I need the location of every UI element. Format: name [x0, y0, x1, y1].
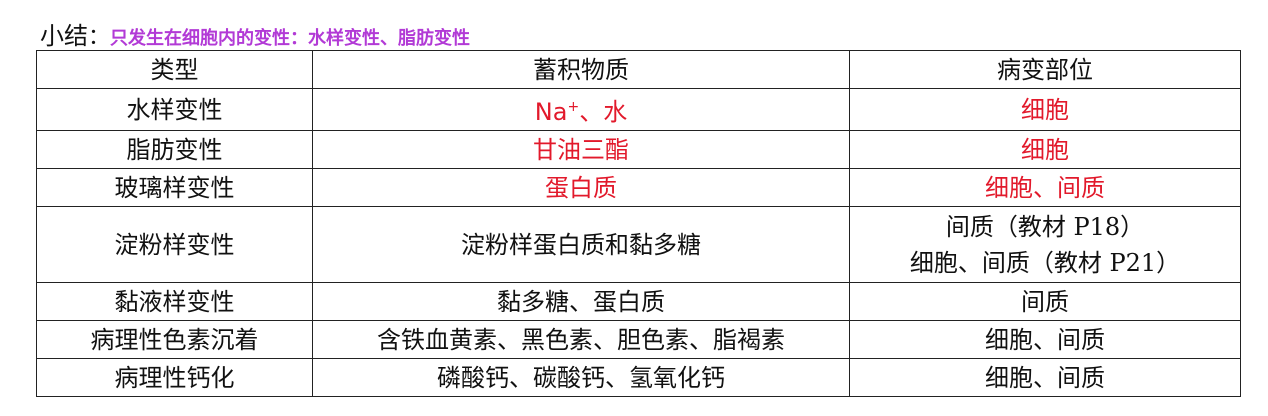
substance-cell: 淀粉样蛋白质和黏多糖	[312, 206, 850, 283]
header-site: 病变部位	[849, 50, 1241, 89]
table-row: 玻璃样变性 蛋白质 细胞、间质	[36, 168, 1241, 207]
summary-highlight: 只发生在细胞内的变性：水样变性、脂肪变性	[110, 28, 471, 49]
site-line: 细胞、间质（教材 P21）	[909, 248, 1181, 277]
site-cell: 细胞	[849, 130, 1241, 169]
table-row: 黏液样变性 黏多糖、蛋白质 间质	[36, 282, 1241, 321]
substance-rest: 、水	[579, 98, 628, 126]
site-line: 间质（教材 P18）	[945, 212, 1145, 241]
substance-cell: 蛋白质	[312, 168, 850, 207]
site-cell: 细胞	[849, 88, 1241, 131]
type-cell: 黏液样变性	[36, 282, 313, 321]
header-row: 类型 蓄积物质 病变部位	[36, 50, 1241, 89]
site-cell: 间质（教材 P18） 细胞、间质（教材 P21）	[849, 206, 1241, 283]
header-substance: 蓄积物质	[312, 50, 850, 89]
type-cell: 淀粉样变性	[36, 206, 313, 283]
type-cell: 玻璃样变性	[36, 168, 313, 207]
site-cell: 间质	[849, 282, 1241, 321]
summary-heading: 小结 ： 只发生在细胞内的变性：水样变性、脂肪变性	[40, 16, 471, 50]
table-row: 脂肪变性 甘油三酯 细胞	[36, 130, 1241, 169]
table-row: 病理性色素沉着 含铁血黄素、黑色素、胆色素、脂褐素 细胞、间质	[36, 320, 1241, 359]
table-row: 淀粉样变性 淀粉样蛋白质和黏多糖 间质（教材 P18） 细胞、间质（教材 P21…	[36, 206, 1241, 283]
substance-cell: 磷酸钙、碳酸钙、氢氧化钙	[312, 358, 850, 397]
summary-colon: ：	[88, 25, 111, 50]
summary-label: 小结	[40, 22, 88, 50]
site-cell: 细胞、间质	[849, 320, 1241, 359]
substance-cell: 含铁血黄素、黑色素、胆色素、脂褐素	[312, 320, 850, 359]
table-row: 水样变性 Na+、水 细胞	[36, 88, 1241, 131]
substance-cell: 黏多糖、蛋白质	[312, 282, 850, 321]
substance-cell: 甘油三酯	[312, 130, 850, 169]
type-cell: 水样变性	[36, 88, 313, 131]
substance-superscript: +	[567, 99, 580, 115]
substance-cell: Na+、水	[312, 88, 850, 131]
header-type: 类型	[36, 50, 313, 89]
substance-base: Na	[534, 98, 568, 126]
degeneration-table: 类型 蓄积物质 病变部位 水样变性 Na+、水 细胞 脂肪变性 甘油三酯 细胞 …	[36, 50, 1241, 397]
table-row: 病理性钙化 磷酸钙、碳酸钙、氢氧化钙 细胞、间质	[36, 358, 1241, 397]
site-cell: 细胞、间质	[849, 168, 1241, 207]
site-cell: 细胞、间质	[849, 358, 1241, 397]
type-cell: 病理性钙化	[36, 358, 313, 397]
type-cell: 脂肪变性	[36, 130, 313, 169]
type-cell: 病理性色素沉着	[36, 320, 313, 359]
